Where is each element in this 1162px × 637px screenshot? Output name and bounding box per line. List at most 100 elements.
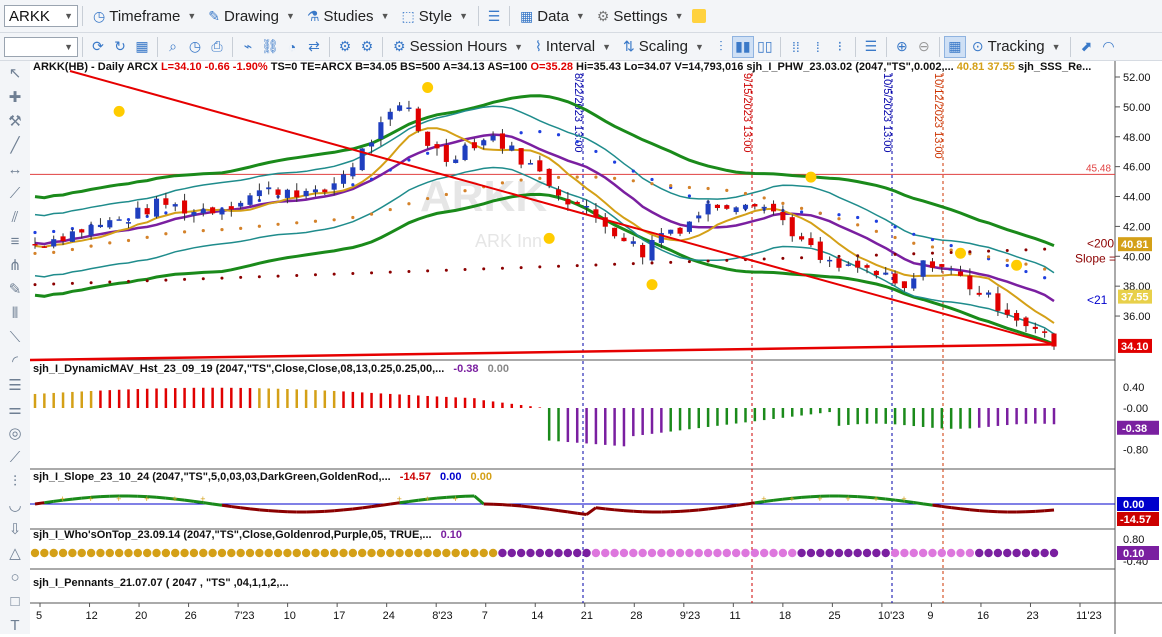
whos-on-top-dot <box>882 549 890 557</box>
grid-icon[interactable]: ▦ <box>944 36 966 58</box>
compare-icon[interactable]: ⇄ <box>303 36 325 58</box>
hollow-candle-icon[interactable]: ▯▯ <box>754 36 776 58</box>
ma21-dot <box>557 133 560 136</box>
table-icon[interactable]: ▦ <box>131 36 153 58</box>
crosshair-tool-icon[interactable]: ✚ <box>0 85 30 109</box>
text-icon[interactable]: T <box>0 613 30 637</box>
zoom-in-icon[interactable]: ⊕ <box>891 36 913 58</box>
ma50-dot <box>258 225 261 228</box>
rectangle-icon[interactable]: □ <box>0 589 30 613</box>
arc-icon[interactable]: ◜ <box>0 349 30 373</box>
bars-wide-icon[interactable]: ⁞ <box>807 36 829 58</box>
bars-narrow-icon[interactable]: ⁞⁞ <box>785 36 807 58</box>
timeframe-menu[interactable]: ◷Timeframe▼ <box>87 4 202 28</box>
pitchfork-icon[interactable]: ⋔ <box>0 253 30 277</box>
pointer-icon[interactable]: ↖ <box>0 61 30 85</box>
cycle-lines-icon[interactable]: ⦀ <box>0 301 30 325</box>
symbol-input[interactable]: ARKK ▼ <box>4 5 78 27</box>
slope-segment <box>362 507 371 508</box>
bar-chart-icon[interactable]: ⫶ <box>710 36 732 58</box>
price-tick-label: 44.00 <box>1123 192 1151 204</box>
whos-on-top-dot <box>732 549 740 557</box>
style-menu[interactable]: ⬚Style▼ <box>395 4 474 28</box>
studies-menu[interactable]: ⚗Studies▼ <box>301 4 396 28</box>
candle-body <box>706 204 711 215</box>
layout-icon[interactable]: ☰ <box>483 5 505 27</box>
candle-body <box>631 241 636 244</box>
candle-body <box>855 261 860 268</box>
whos-on-top-dot <box>330 549 338 557</box>
whos-on-top-dot <box>321 549 329 557</box>
session-hours-menu[interactable]: ⚙Session Hours▼ <box>387 35 529 59</box>
chart-type-icon[interactable]: ◔ <box>281 36 303 58</box>
gann-icon[interactable]: ⟍ <box>0 325 30 349</box>
candlestick-icon[interactable]: ▮▮ <box>732 36 754 58</box>
dynamic-mav-value: -0.38 <box>453 363 478 375</box>
tools-icon[interactable]: ⚙ <box>334 36 356 58</box>
circle-icon[interactable]: ○ <box>0 565 30 589</box>
slope-segment <box>241 508 250 509</box>
who-tick-label: 0.80 <box>1123 534 1144 546</box>
candle-body <box>977 293 982 295</box>
ma200-dot <box>314 273 317 276</box>
ma200-dot <box>351 272 354 275</box>
arrow-down-icon[interactable]: ⇩ <box>0 517 30 541</box>
find-icon[interactable]: ⌕ <box>162 36 184 58</box>
header-stat: O=35.28 <box>527 61 573 73</box>
whos-on-top-dot <box>975 549 983 557</box>
candle-body <box>79 229 84 232</box>
zoom-out-icon[interactable]: ⊖ <box>913 36 935 58</box>
ma21-dot <box>127 218 130 221</box>
window-layout-icon[interactable]: ☰ <box>860 36 882 58</box>
analysis-icon[interactable]: ⌁ <box>237 36 259 58</box>
chart-area[interactable]: ARKKARK Inn 8/22/2023 13:009/15/2023 13:… <box>30 61 1162 634</box>
drawing-menu[interactable]: ✎Drawing▼ <box>202 4 301 28</box>
price-tag-label: 40.81 <box>1121 239 1149 251</box>
ma50-dot <box>520 178 523 181</box>
print-icon[interactable]: ⎙ <box>206 36 228 58</box>
triangle-icon[interactable]: △ <box>0 541 30 565</box>
whos-on-top-dot <box>835 549 843 557</box>
spiral-icon[interactable]: ◎ <box>0 421 30 445</box>
plugin-icon[interactable]: ⚙ <box>356 36 378 58</box>
levels-icon[interactable]: ⚌ <box>0 397 30 421</box>
speed-icon[interactable]: ◠ <box>1097 36 1119 58</box>
ma50-dot <box>276 223 279 226</box>
brush-icon[interactable]: ✎ <box>0 277 30 301</box>
bars-compress-icon[interactable]: ⁝ <box>829 36 851 58</box>
add-chart-icon[interactable]: ⬈ <box>1075 36 1097 58</box>
curve-icon[interactable]: ◡ <box>0 493 30 517</box>
ma21-dot <box>837 213 840 216</box>
settings-menu[interactable]: ⚙Settings▼ <box>591 4 690 28</box>
horizontal-line-icon[interactable]: ↔ <box>0 157 30 181</box>
chart-canvas[interactable]: ARKKARK Inn 8/22/2023 13:009/15/2023 13:… <box>30 61 1162 634</box>
ma200-dot <box>987 250 990 253</box>
channel-icon[interactable]: ⫽ <box>0 205 30 229</box>
data-label: Data <box>537 8 569 25</box>
candle-body <box>827 260 832 262</box>
whos-on-top-dot <box>1012 549 1020 557</box>
time-lines-icon[interactable]: ⫶ <box>0 469 30 493</box>
event-label: 10/5/2023 13:00 <box>881 73 893 153</box>
link-icon[interactable]: ⛓ <box>259 36 281 58</box>
watermark-name: ARK Inn <box>475 231 542 251</box>
studies-label: Studies <box>324 8 374 25</box>
timer-icon[interactable]: ◷ <box>184 36 206 58</box>
ray-icon[interactable]: ⟋ <box>0 181 30 205</box>
fibonacci-icon[interactable]: ≡ <box>0 229 30 253</box>
layout-select[interactable]: ▼ <box>4 37 78 57</box>
candle-body <box>939 264 944 267</box>
scaling-menu[interactable]: ⇅Scaling▼ <box>617 35 710 59</box>
speed-lines-icon[interactable]: ⟋ <box>0 445 30 469</box>
wrench-icon[interactable]: ⚒ <box>0 109 30 133</box>
lines-icon[interactable]: ☰ <box>0 373 30 397</box>
refresh-icon[interactable]: ⟳ <box>87 36 109 58</box>
reload-icon[interactable]: ↻ <box>109 36 131 58</box>
data-menu[interactable]: ▦Data▼ <box>514 4 591 28</box>
tracking-menu[interactable]: ⊙Tracking▼ <box>966 35 1067 59</box>
alert-flag-icon[interactable] <box>692 9 706 23</box>
trendline-icon[interactable]: ╱ <box>0 133 30 157</box>
whos-on-top-title: sjh_I_Who'sOnTop_23.09.14 (2047,"TS",Clo… <box>33 529 462 541</box>
interval-menu[interactable]: ⌇Interval▼ <box>529 35 617 59</box>
ma200-dot <box>1006 249 1009 252</box>
